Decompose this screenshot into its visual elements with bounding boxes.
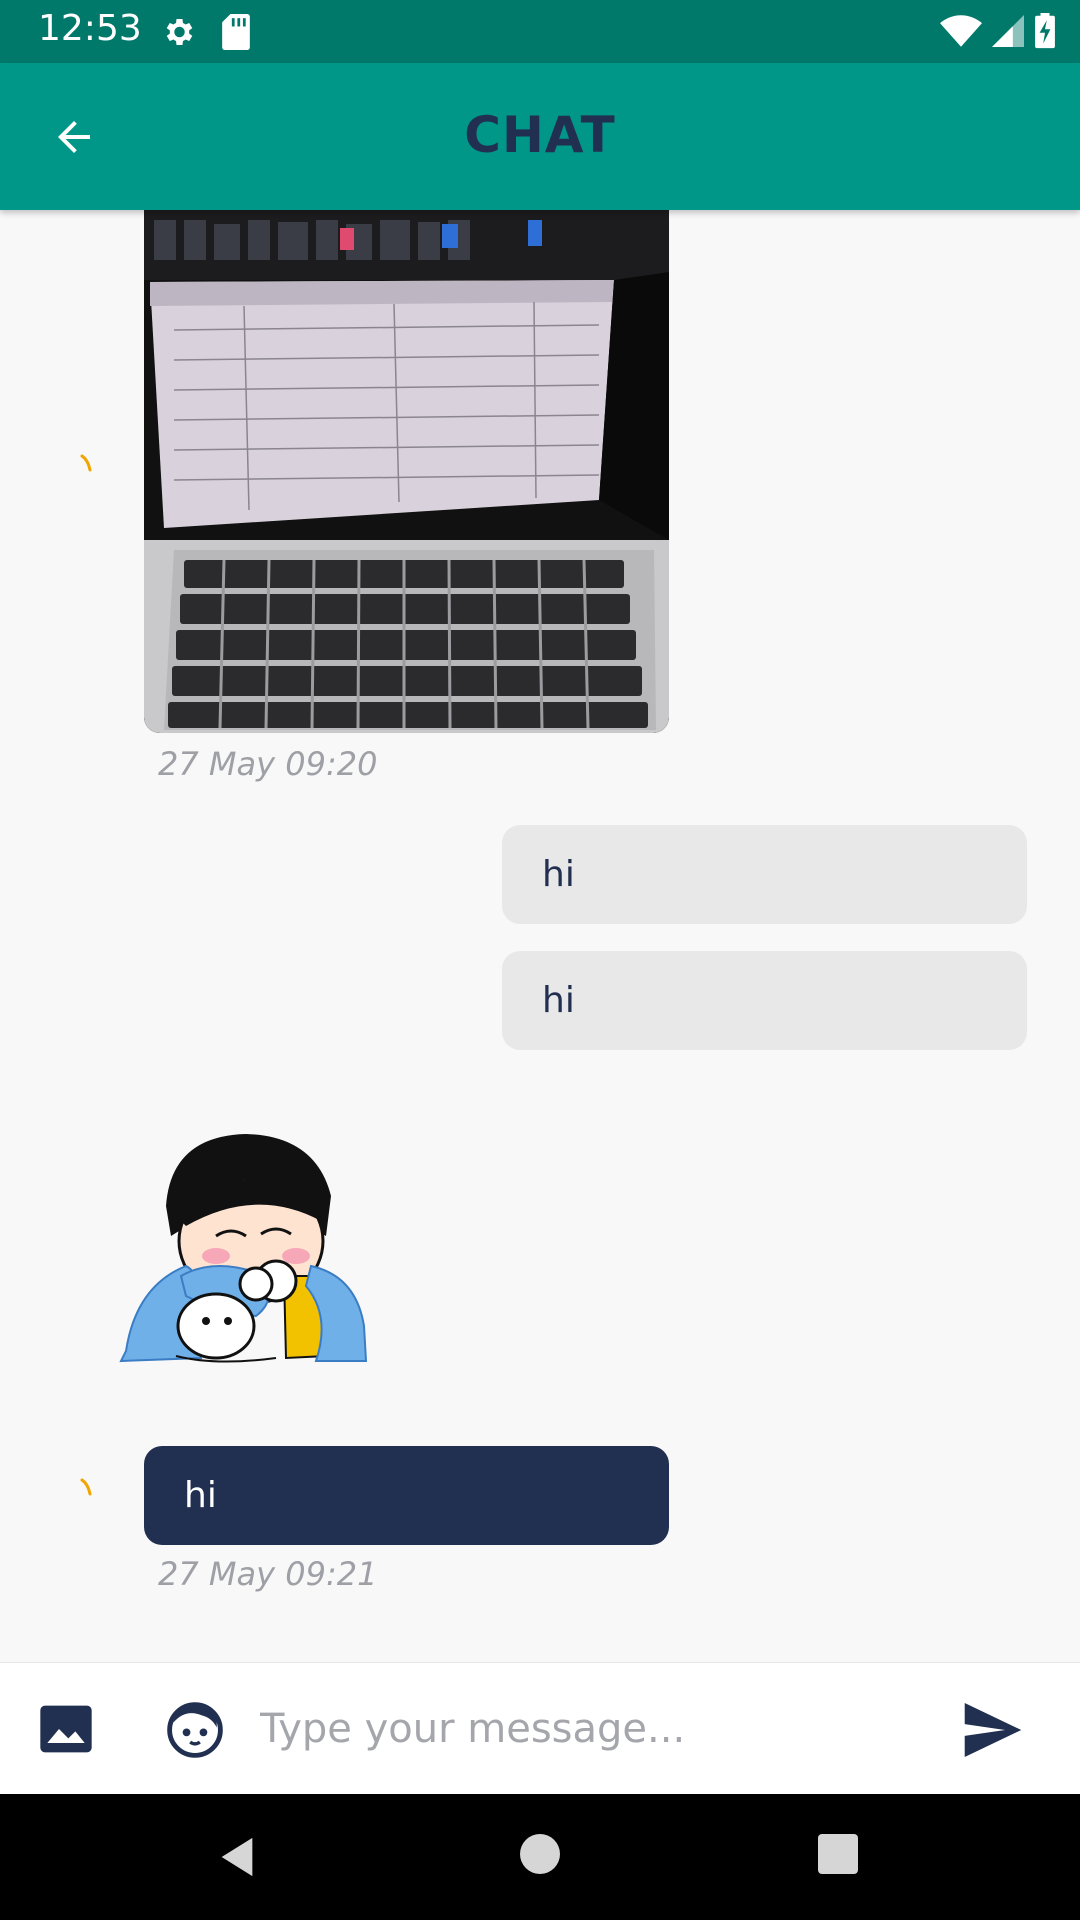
message-image[interactable] — [144, 210, 669, 733]
emoji-face-icon — [167, 1702, 223, 1758]
status-bar: 12:53 — [0, 0, 1080, 63]
send-icon — [964, 1703, 1022, 1757]
laptop-photo — [144, 210, 669, 733]
message-input[interactable] — [260, 1693, 940, 1765]
nav-home-icon[interactable] — [520, 1834, 560, 1874]
message-timestamp: 27 May 09:20 — [158, 745, 378, 783]
loading-spinner-icon — [80, 1478, 92, 1496]
nav-back-icon[interactable] — [214, 1834, 260, 1880]
loading-spinner-icon — [80, 454, 92, 472]
attach-image-button[interactable] — [38, 1703, 94, 1755]
outgoing-message-bubble[interactable]: hi — [502, 951, 1027, 1050]
app-bar: CHAT — [0, 63, 1080, 210]
emoji-button[interactable] — [166, 1701, 224, 1759]
outgoing-message-bubble[interactable]: hi — [502, 825, 1027, 924]
wifi-icon — [940, 15, 982, 47]
image-icon — [40, 1705, 92, 1753]
message-list[interactable]: 27 May 09:20 hi hi hi 27 May 09:21 — [0, 210, 1080, 1662]
message-input-bar — [0, 1662, 1080, 1795]
message-text: hi — [184, 1475, 217, 1516]
send-button[interactable] — [962, 1703, 1024, 1757]
system-nav-bar — [0, 1794, 1080, 1920]
incoming-message-bubble[interactable]: hi — [144, 1446, 669, 1545]
page-title: CHAT — [464, 106, 616, 164]
cellular-signal-icon — [992, 15, 1024, 47]
crying-girl-sticker[interactable] — [116, 1126, 386, 1378]
sd-card-icon — [222, 14, 250, 50]
status-time: 12:53 — [38, 8, 142, 49]
message-timestamp: 27 May 09:21 — [158, 1555, 378, 1593]
status-right-icons — [940, 12, 1056, 50]
gear-icon — [166, 18, 193, 46]
message-text: hi — [542, 980, 575, 1021]
nav-recents-icon[interactable] — [818, 1834, 858, 1874]
battery-charging-icon — [1035, 13, 1055, 49]
message-text: hi — [542, 854, 575, 895]
